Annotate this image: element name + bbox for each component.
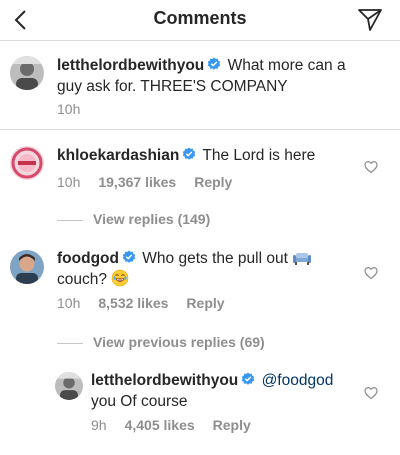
divider-line [57, 342, 83, 344]
mention-link[interactable]: @foodgod [262, 372, 334, 389]
verified-badge-icon [182, 147, 196, 161]
heart-icon[interactable] [364, 160, 378, 174]
view-replies-label: View previous replies (69) [93, 334, 265, 350]
verified-badge-icon [122, 250, 136, 264]
view-replies-label: View replies (149) [93, 211, 211, 227]
reply-likes[interactable]: 4,405 likes [125, 417, 195, 433]
comment-likes[interactable]: 19,367 likes [98, 174, 176, 190]
laughing-emoji-icon [111, 269, 129, 287]
comment-body: The Lord is here [202, 147, 316, 164]
comment-body-line1: Who gets the pull out [142, 250, 288, 267]
heart-icon[interactable] [364, 386, 378, 400]
comment-username[interactable]: foodgod [57, 250, 119, 267]
caption-section: letthelordbewithyou What more can a guy … [0, 41, 400, 130]
divider-line [57, 219, 83, 221]
header-bar: Comments [0, 0, 400, 41]
caption-meta: 10h [57, 101, 98, 117]
couch-emoji-icon [293, 253, 312, 265]
caption-text-line1: What more can a [227, 57, 346, 74]
comment-meta: 10h 19,367 likes Reply [57, 174, 250, 190]
comment-likes[interactable]: 8,532 likes [98, 295, 168, 311]
view-previous-replies-link[interactable]: View previous replies (69) [57, 334, 265, 350]
reply-button[interactable]: Reply [213, 417, 251, 433]
avatar[interactable] [10, 146, 44, 180]
caption-text: letthelordbewithyou What more can a guy … [57, 55, 387, 97]
send-direct-icon[interactable] [355, 4, 385, 34]
avatar[interactable] [55, 372, 83, 400]
view-replies-link[interactable]: View replies (149) [57, 211, 210, 227]
verified-badge-icon [207, 57, 221, 71]
avatar[interactable] [10, 56, 44, 90]
caption-username[interactable]: letthelordbewithyou [57, 57, 204, 74]
comment-username[interactable]: khloekardashian [57, 147, 179, 164]
reply-text: letthelordbewithyou @foodgod you Of cour… [91, 370, 361, 412]
avatar[interactable] [10, 250, 44, 284]
page-title: Comments [153, 8, 247, 28]
comment-time: 10h [57, 295, 81, 311]
heart-icon[interactable] [364, 266, 378, 280]
verified-badge-icon [241, 372, 255, 386]
reply-body: you Of course [91, 393, 188, 410]
comment-time: 10h [57, 174, 81, 190]
reply-button[interactable]: Reply [186, 295, 224, 311]
reply-button[interactable]: Reply [194, 174, 232, 190]
comment-text: khloekardashian The Lord is here [57, 145, 357, 166]
reply-username[interactable]: letthelordbewithyou [91, 372, 238, 389]
caption-time: 10h [57, 101, 81, 117]
comment-meta: 10h 8,532 likes Reply [57, 295, 243, 311]
reply-time: 9h [91, 417, 107, 433]
caption-text-line2: guy ask for. THREE'S COMPANY [57, 78, 288, 95]
comment-body-line2: couch? [57, 271, 107, 288]
reply-meta: 9h 4,405 likes Reply [91, 417, 269, 433]
comment-text: foodgod Who gets the pull out couch? [57, 248, 357, 290]
